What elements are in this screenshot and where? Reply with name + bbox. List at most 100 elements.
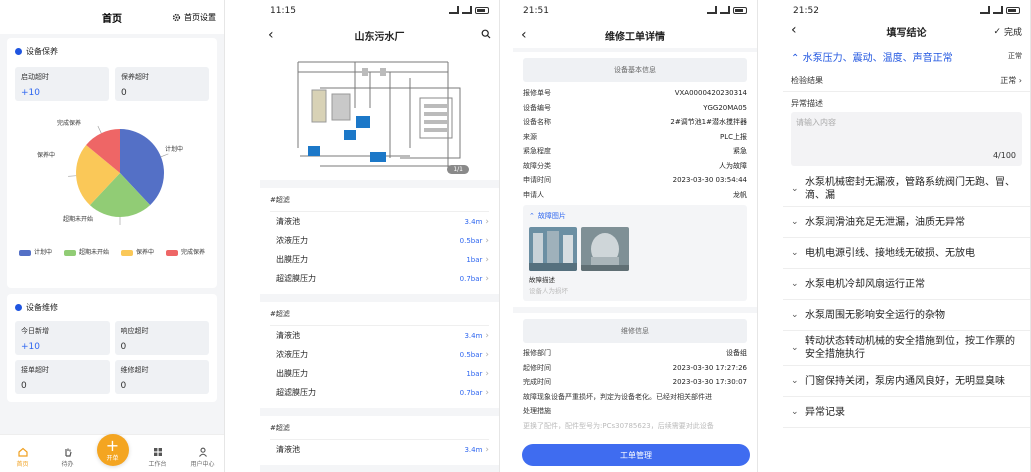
field-value: PLC上报	[719, 132, 747, 141]
tab-label: 首页	[16, 461, 29, 468]
field-key: 报修部门	[523, 349, 551, 358]
back-button[interactable]: ‹	[268, 27, 274, 43]
stat-today-new[interactable]: 今日新增 +10	[15, 321, 110, 355]
field-row: 起修时间 2023-03-30 17:27:26	[523, 361, 747, 376]
fault-images-label: 故障图片	[537, 212, 566, 220]
fault-photo[interactable]	[581, 227, 629, 271]
work-order-manage-button[interactable]: 工单管理	[522, 444, 750, 466]
legend-swatch	[19, 249, 31, 256]
field-row: 设备编号 YGG20MA05	[523, 101, 747, 116]
tab-home[interactable]: 首页	[5, 447, 41, 468]
check-item[interactable]: ⌄ 转动状态转动机械的安全措施到位，按工作票的安全措施执行	[783, 331, 1030, 366]
param-row[interactable]: 清液池 3.4m ›	[270, 212, 489, 231]
stat-start-timeout[interactable]: 启动超时 +10	[15, 67, 109, 101]
check-item[interactable]: ⌄ 电机电源引线、接地线无破损、无放电	[783, 238, 1030, 269]
search-button[interactable]	[481, 29, 491, 39]
tab-user-center[interactable]: 用户中心	[185, 447, 221, 468]
legend-entry[interactable]: 完成保养	[165, 247, 205, 256]
legend-entry[interactable]: 超期未开始	[63, 247, 109, 256]
chevron-right-icon: ›	[485, 349, 489, 360]
param-row[interactable]: 超滤膜压力 0.7bar ›	[270, 269, 489, 288]
check-item[interactable]: ⌄ 水泵机械密封无漏液，管路系统阀门无跑、冒、滴、漏	[783, 172, 1030, 207]
textarea-placeholder: 请输入内容	[796, 118, 836, 127]
done-button[interactable]: ✓ 完成	[993, 25, 1022, 39]
abnormal-desc-input[interactable]: 请输入内容 4/100	[791, 112, 1022, 166]
battery-icon	[733, 6, 747, 14]
conclusion-screen: 21:52 ‹ 填写结论 ✓ 完成 ⌃ 水泵压力、震动、温度、声音正常 正常 检验…	[783, 0, 1031, 472]
chevron-left-icon: ‹	[791, 22, 797, 38]
field-row: 报修部门 设备组	[523, 346, 747, 361]
measures-label: 处理措施	[523, 407, 551, 416]
legend-entry[interactable]: 计划中	[19, 247, 52, 256]
back-button[interactable]: ‹	[791, 22, 797, 38]
stat-label: 启动超时	[21, 73, 49, 81]
fault-photo[interactable]	[529, 227, 577, 271]
check-item-label: 水泵润滑油充足无泄漏，油质无异常	[805, 216, 965, 228]
bottom-tab-bar: 首页 待办 + 开单 工作台 用户中心	[0, 434, 224, 472]
chevron-right-icon: ›	[485, 444, 489, 455]
chevron-down-icon: ⌄	[791, 183, 799, 194]
param-row[interactable]: 浓液压力 0.5bar ›	[270, 345, 489, 364]
plant-diagram[interactable]: 1/1	[260, 48, 499, 180]
param-row[interactable]: 清液池 3.4m ›	[270, 440, 489, 459]
field-row: 报修单号 VXA0000420230314	[523, 86, 747, 101]
check-item[interactable]: ⌄ 水泵电机冷却风扇运行正常	[783, 269, 1030, 300]
field-row: 申请时间 2023-03-30 03:54:44	[523, 173, 747, 188]
check-section-status: 正常	[1008, 52, 1022, 60]
field-row: 来源 PLC上报	[523, 130, 747, 145]
repair-card: 设备维修 今日新增 +10 响应超时 0 接单超时 0 维修超时 0	[7, 294, 217, 402]
tab-create[interactable]: + 开单	[95, 434, 131, 468]
check-section-header[interactable]: ⌃ 水泵压力、震动、温度、声音正常 正常	[783, 42, 1030, 70]
check-item[interactable]: ⌄ 异常记录	[783, 397, 1030, 428]
check-item[interactable]: ⌄ 水泵润滑油充足无泄漏，油质无异常	[783, 207, 1030, 238]
result-row[interactable]: 检验结果 正常 ›	[783, 70, 1030, 92]
param-value: 3.4m	[464, 331, 483, 340]
tab-label: 工作台	[148, 461, 167, 468]
pie-label-line	[68, 175, 77, 177]
home-header: 首页 首页设置	[0, 0, 224, 34]
tab-workbench[interactable]: 工作台	[140, 447, 176, 468]
field-key: 起修时间	[523, 363, 551, 372]
char-counter: 4/100	[992, 151, 1016, 160]
check-item-label: 水泵周围无影响安全运行的杂物	[805, 309, 945, 321]
chevron-down-icon: ⌄	[791, 375, 799, 386]
section-title: #超滤	[270, 188, 489, 212]
status-bar: 21:52	[783, 0, 1030, 22]
bullet-icon	[15, 48, 22, 55]
stat-accept-timeout[interactable]: 接单超时 0	[15, 360, 110, 394]
param-row[interactable]: 超滤膜压力 0.7bar ›	[270, 383, 489, 402]
field-value: YGG20MA05	[703, 103, 747, 112]
back-button[interactable]: ‹	[521, 27, 527, 43]
param-section: #超滤 清液池 3.4m ›	[260, 416, 499, 465]
legend-label: 保养中	[135, 249, 154, 256]
create-order-button[interactable]: + 开单	[96, 434, 129, 466]
field-value: VXA0000420230314	[674, 89, 747, 98]
stat-maintenance-timeout[interactable]: 保养超时 0	[115, 67, 209, 101]
stat-response-timeout[interactable]: 响应超时 0	[114, 321, 209, 355]
result-value: 正常	[1000, 76, 1017, 85]
home-settings-button[interactable]: 首页设置	[172, 12, 216, 23]
screenshot-collage: 首页 首页设置 设备保养 启动超时 +10 保养超时 0 计划中 超期未开始 保养中…	[0, 0, 1031, 472]
work-order-screen: 21:51 ‹ 维修工单详情 设备基本信息 报修单号 VXA00004202303…	[513, 0, 758, 472]
chevron-down-icon: ⌄	[791, 247, 799, 258]
chevron-down-icon: ⌄	[791, 309, 799, 320]
legend-entry[interactable]: 保养中	[120, 247, 154, 256]
field-key: 申请时间	[523, 176, 551, 185]
param-row[interactable]: 浓液压力 0.5bar ›	[270, 231, 489, 250]
home-settings-label: 首页设置	[184, 13, 216, 22]
check-item[interactable]: ⌄ 水泵周围无影响安全运行的杂物	[783, 300, 1030, 331]
fault-images-toggle[interactable]: ⌃ 故障图片	[529, 211, 741, 221]
tab-todo[interactable]: 待办	[50, 447, 86, 468]
page-title: 填写结论	[886, 27, 927, 39]
param-row[interactable]: 清液池 3.4m ›	[270, 326, 489, 345]
status-time: 11:15	[270, 6, 296, 16]
image-counter: 1/1	[447, 165, 469, 174]
param-section: #超滤 清液池 3.4m › 浓液压力 0.5bar › 出膜压力 1bar › 超滤膜压力…	[260, 188, 499, 294]
check-item[interactable]: ⌄ 门窗保持关闭，泵房内通风良好，无明显臭味	[783, 366, 1030, 397]
param-row[interactable]: 出膜压力 1bar ›	[270, 250, 489, 269]
stat-repair-timeout[interactable]: 维修超时 0	[114, 360, 209, 394]
legend-swatch	[63, 249, 76, 256]
param-label: 浓液压力	[276, 350, 308, 359]
chevron-right-icon: ›	[485, 273, 489, 284]
param-row[interactable]: 出膜压力 1bar ›	[270, 364, 489, 383]
